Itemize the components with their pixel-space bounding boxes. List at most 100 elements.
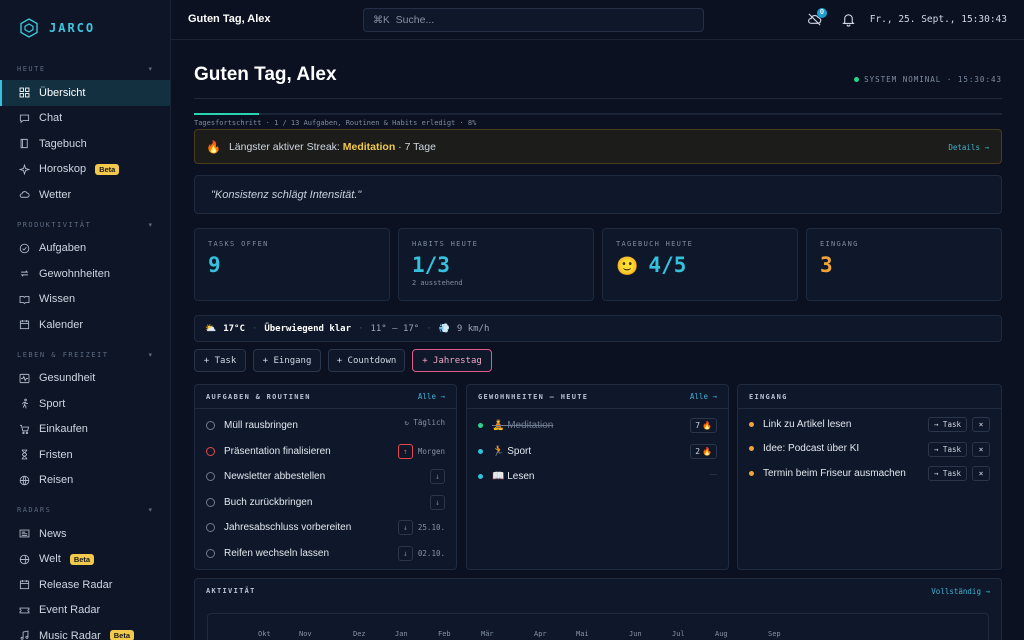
search-box[interactable]: ⌘K — [363, 8, 704, 32]
sidebar-item-gewohnheiten[interactable]: Gewohnheiten — [0, 261, 170, 287]
priority-up-icon[interactable]: ↑ — [397, 443, 413, 459]
task-checkbox[interactable] — [206, 472, 215, 482]
sidebar-item-news[interactable]: News — [0, 521, 170, 547]
task-label: Reifen wechseln lassen — [224, 547, 330, 559]
sidebar-item-übersicht[interactable]: Übersicht — [0, 80, 170, 106]
habit-actions: 7 🔥 — [690, 418, 717, 433]
task-actions: ↓ — [430, 469, 445, 484]
tasks-panel: AUFGABEN & ROUTINEN Alle → Müll rausbrin… — [194, 384, 457, 570]
habit-row[interactable]: 🧘 Meditation 7 🔥 — [467, 413, 728, 439]
sidebar-item-sport[interactable]: Sport — [0, 391, 170, 417]
dismiss-button[interactable]: × — [972, 441, 990, 457]
stat-label: TAGEBUCH HEUTE — [616, 240, 694, 248]
sidebar-section-header[interactable]: HEUTE ▾ — [0, 58, 170, 80]
sidebar-item-event-radar[interactable]: Event Radar — [0, 598, 170, 624]
sidebar-item-label: Einkaufen — [39, 423, 88, 436]
sidebar-item-music-radar[interactable]: Music Radar Beta — [0, 623, 170, 640]
task-row[interactable]: Buch zurückbringen ↓ — [195, 490, 456, 516]
sidebar-item-horoskop[interactable]: Horoskop Beta — [0, 157, 170, 183]
bell-icon[interactable] — [841, 12, 856, 27]
task-label: Newsletter abbestellen — [224, 471, 326, 483]
to-task-button[interactable]: → Task — [927, 417, 967, 432]
activity-panel-header: AKTIVITÄT Vollständig → — [195, 579, 1001, 603]
sidebar-item-kalender[interactable]: Kalender — [0, 312, 170, 338]
quick-action-button[interactable]: + Task — [194, 349, 246, 372]
streak-details-link[interactable]: Details → — [948, 143, 989, 152]
arrow-down-icon[interactable]: ↓ — [397, 545, 413, 561]
daily-progress-bar — [194, 113, 1002, 115]
task-checkbox[interactable] — [206, 523, 215, 533]
stat-card[interactable]: EINGANG 3 — [806, 228, 1002, 301]
habits-all-link[interactable]: Alle → — [690, 392, 717, 401]
to-task-button[interactable]: → Task — [927, 466, 967, 481]
habit-row[interactable]: 🏃 Sport 2 🔥 — [467, 439, 728, 465]
task-label: Müll rausbringen — [224, 420, 298, 432]
stat-card[interactable]: TAGEBUCH HEUTE 🙂 4/5 — [602, 228, 798, 301]
sidebar-section-header[interactable]: LEBEN & FREIZEIT ▾ — [0, 344, 170, 366]
sidebar-item-label: Welt — [39, 553, 61, 566]
sidebar-item-chat[interactable]: Chat — [0, 106, 170, 132]
pulse-icon — [19, 373, 30, 383]
activity-panel: AKTIVITÄT Vollständig → Okt Nov Dez Jan Feb M… — [194, 578, 1002, 640]
brand-name: JARCO — [49, 21, 96, 35]
sidebar-item-release-radar[interactable]: Release Radar — [0, 572, 170, 598]
task-checkbox[interactable] — [206, 446, 215, 456]
arrow-down-icon[interactable]: ↓ — [430, 494, 445, 510]
sidebar-item-fristen[interactable]: Fristen — [0, 442, 170, 468]
sidebar-section-header[interactable]: PRODUKTIVITÄT ▾ — [0, 214, 170, 236]
mood-emoji-icon: 🙂 — [616, 256, 639, 277]
partly-cloudy-icon: ⛅ — [205, 323, 217, 334]
sidebar-item-tagebuch[interactable]: Tagebuch — [0, 131, 170, 157]
weather-strip[interactable]: ⛅ 17°C · Überwiegend klar · 11° – 17° · … — [194, 315, 1002, 342]
sidebar-item-reisen[interactable]: Reisen — [0, 468, 170, 494]
sidebar-item-gesundheit[interactable]: Gesundheit — [0, 366, 170, 392]
sidebar-item-label: Release Radar — [39, 578, 113, 591]
beta-badge: Beta — [69, 553, 95, 565]
month-label: Apr — [534, 630, 547, 638]
sidebar-item-aufgaben[interactable]: Aufgaben — [0, 236, 170, 262]
quick-action-button[interactable]: + Jahrestag — [412, 349, 492, 372]
weather-temp: 17°C — [223, 323, 245, 334]
task-row[interactable]: Müll rausbringen ↻ Täglich — [195, 413, 456, 439]
stat-value: 9 — [208, 253, 221, 277]
activity-full-link[interactable]: Vollständig → — [931, 587, 990, 596]
arrow-down-icon[interactable]: ↓ — [430, 469, 445, 484]
brand[interactable]: JARCO — [0, 0, 170, 56]
stat-card[interactable]: HABITS HEUTE 1/3 2 ausstehend — [398, 228, 594, 301]
habit-row[interactable]: 📖 Lesen — — [467, 464, 728, 490]
to-task-button[interactable]: → Task — [927, 441, 967, 457]
quick-action-button[interactable]: + Countdown — [328, 349, 405, 372]
sidebar-item-wetter[interactable]: Wetter — [0, 182, 170, 208]
task-checkbox[interactable] — [206, 548, 215, 558]
sidebar-item-label: Tagebuch — [39, 137, 87, 150]
chevron-down-icon: ▾ — [148, 221, 152, 229]
task-row[interactable]: Präsentation finalisieren ↑ Morgen — [195, 439, 456, 465]
chevron-down-icon: ▾ — [148, 351, 152, 359]
sidebar-item-einkaufen[interactable]: Einkaufen — [0, 417, 170, 443]
task-row[interactable]: Reifen wechseln lassen ↓ 02.10. — [195, 541, 456, 567]
sidebar-item-label: Wetter — [39, 188, 72, 201]
stat-card[interactable]: TASKS OFFEN 9 — [194, 228, 390, 301]
sidebar-item-label: Gesundheit — [39, 372, 96, 385]
inbox-label: Termin beim Friseur ausmachen — [763, 467, 906, 479]
task-checkbox[interactable] — [206, 497, 215, 507]
dismiss-button[interactable]: × — [972, 417, 990, 432]
dismiss-button[interactable]: × — [972, 466, 990, 481]
sidebar-section-header[interactable]: RADARS ▾ — [0, 499, 170, 521]
quick-action-button[interactable]: + Eingang — [253, 349, 321, 372]
tasks-all-link[interactable]: Alle → — [418, 392, 445, 401]
sidebar-item-welt[interactable]: Welt Beta — [0, 547, 170, 573]
sidebar-item-label: Horoskop — [39, 163, 87, 176]
task-row[interactable]: Jahresabschluss vorbereiten ↓ 25.10. — [195, 515, 456, 541]
month-label: Nov — [299, 630, 312, 638]
arrow-down-icon[interactable]: ↓ — [397, 520, 413, 535]
task-row[interactable]: Newsletter abbestellen ↓ — [195, 464, 456, 490]
sidebar-item-label: Event Radar — [39, 604, 101, 617]
inbox-list: Link zu Artikel lesen → Task × Idee: Podcas… — [738, 409, 1001, 486]
streak-suffix: · 7 Tage — [395, 140, 436, 153]
sidebar-item-wissen[interactable]: Wissen — [0, 287, 170, 313]
search-input[interactable] — [395, 14, 676, 26]
inbox-row: Idee: Podcast über KI → Task × — [738, 437, 1001, 462]
task-checkbox[interactable] — [206, 421, 215, 431]
task-label: Präsentation finalisieren — [224, 445, 331, 457]
